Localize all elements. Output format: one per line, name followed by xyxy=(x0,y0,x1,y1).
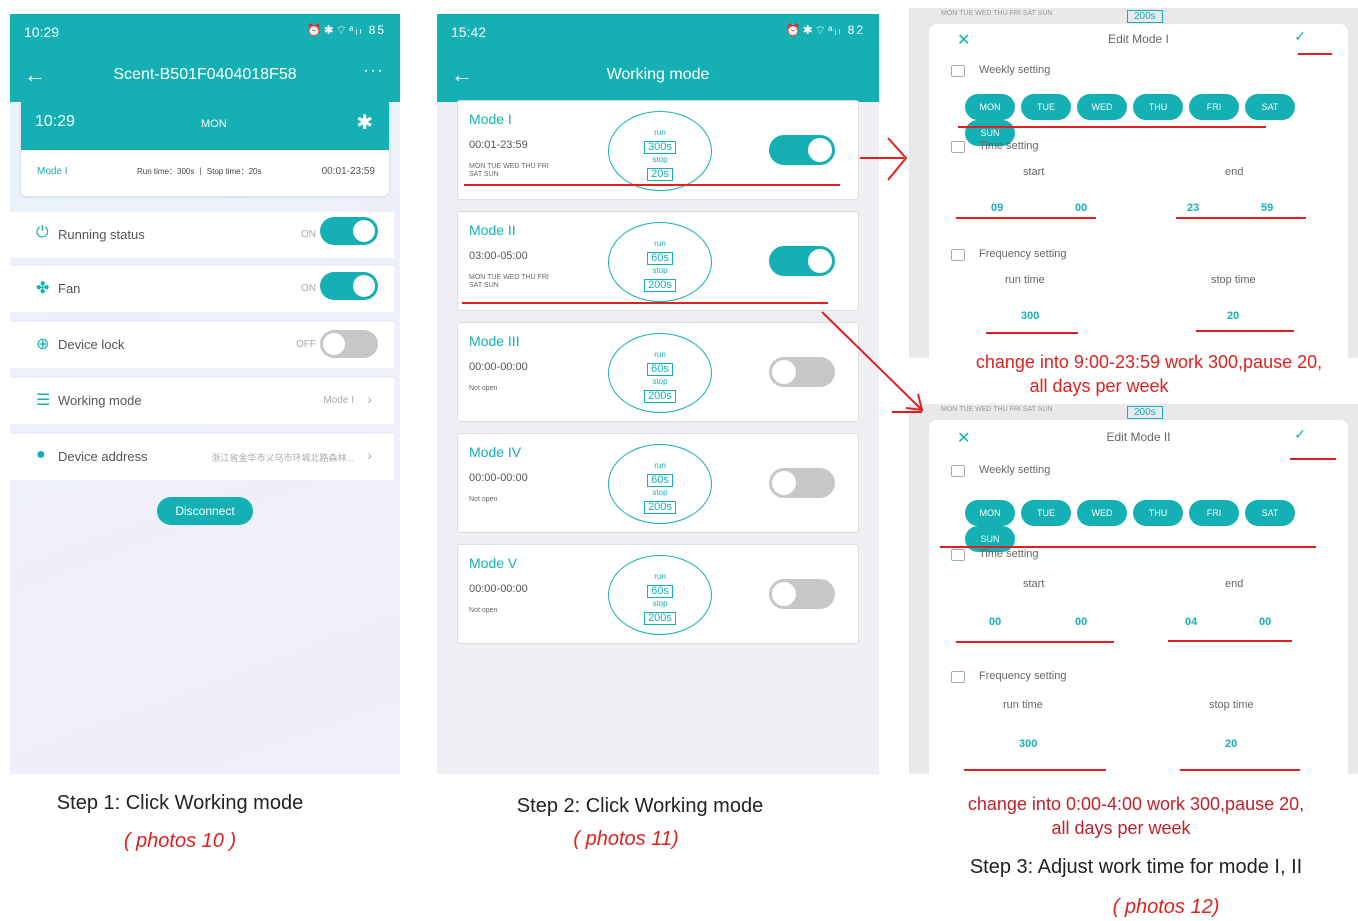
step2-photos: ( photos 11) xyxy=(573,828,679,850)
step1-caption: Step 1: Click Working mode xyxy=(56,792,304,814)
mode2-note: change into 0:00-4:00 work 300,pause 20, xyxy=(967,794,1305,814)
arrows-overlay xyxy=(821,137,924,413)
arrow-to-edit-mode-2 xyxy=(821,311,923,411)
step3-photos: ( photos 12) xyxy=(1112,896,1220,918)
mode1-note-line2: all days per week xyxy=(1029,376,1169,396)
step2-caption: Step 2: Click Working mode xyxy=(516,795,764,817)
step3-caption: Step 3: Adjust work time for mode I, II xyxy=(969,856,1303,878)
step1-photos: ( photos 10 ) xyxy=(123,830,237,852)
mode1-note: change into 9:00-23:59 work 300,pause 20… xyxy=(975,352,1323,372)
mode2-note-line2: all days per week xyxy=(1051,818,1191,838)
